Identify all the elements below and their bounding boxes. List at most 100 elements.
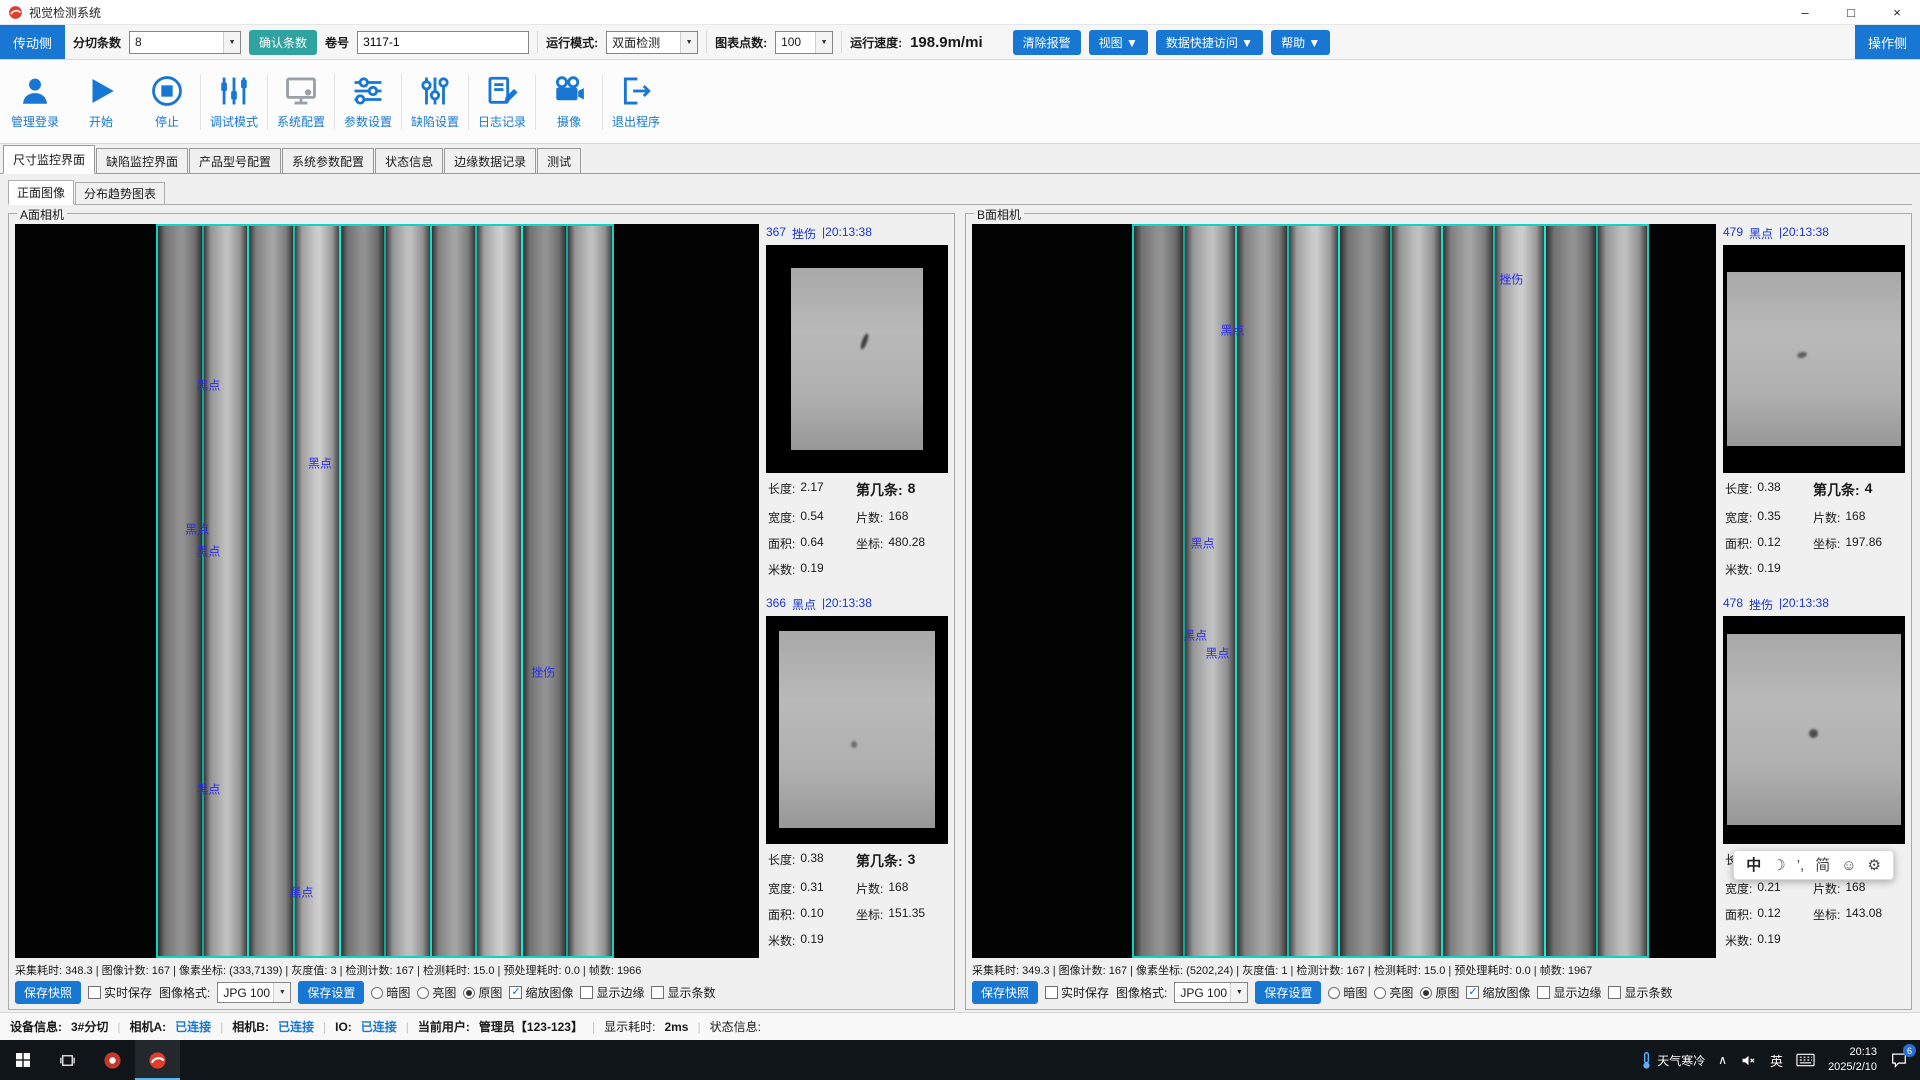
defect-card-366[interactable]: 366黑点|20:13:38 长度:0.38第几条:3宽度:0.31片数:168面…	[766, 595, 948, 959]
params-toolbar-button[interactable]: 参数设置	[335, 60, 401, 143]
touch-keyboard-icon[interactable]	[1796, 1053, 1815, 1067]
sub-tab-1[interactable]: 正面图像	[8, 180, 74, 205]
defect-overlay-label: 黑点	[289, 883, 313, 900]
camera-b-defect-list: 479黑点|20:13:38长度:0.38第几条:4宽度:0.35片数:168面…	[1723, 224, 1905, 958]
main-tab-5[interactable]: 状态信息	[375, 148, 443, 173]
task-view-button[interactable]	[45, 1040, 90, 1080]
dark-image-radio[interactable]: 暗图	[1328, 984, 1367, 1001]
weather-widget[interactable]: 天气寒冷	[1641, 1051, 1705, 1070]
camera-b-view[interactable]: 挫伤黑点黑点黑点黑点	[972, 224, 1716, 958]
realtime-save-checkbox[interactable]: 实时保存	[1045, 984, 1109, 1001]
camera-toolbar-button[interactable]: 摄像	[536, 60, 602, 143]
play-toolbar-button[interactable]: 开始	[68, 60, 134, 143]
ime-simplified-indicator[interactable]: 简	[1815, 858, 1830, 873]
show-edge-checkbox[interactable]: 显示边缘	[1537, 984, 1601, 1001]
defect-card-479[interactable]: 479黑点|20:13:38长度:0.38第几条:4宽度:0.35片数:168面…	[1723, 224, 1905, 588]
chart-points-select[interactable]: 100 ▼	[775, 31, 833, 54]
bright-image-radio[interactable]: 亮图	[417, 984, 456, 1001]
input-language-indicator[interactable]: 英	[1770, 1051, 1783, 1070]
taskbar-app-active[interactable]	[135, 1040, 180, 1080]
main-tab-4[interactable]: 系统参数配置	[282, 148, 374, 173]
image-format-select[interactable]: JPG 100▼	[1174, 982, 1248, 1003]
ime-halfmoon-icon[interactable]: ☽	[1772, 858, 1785, 873]
defect-card-478[interactable]: 478挫伤|20:13:38长度:0.57第几条:3宽度:0.21片数:168面…	[1723, 595, 1905, 959]
log-toolbar-button[interactable]: 日志记录	[469, 60, 535, 143]
user-toolbar-button[interactable]: 管理登录	[2, 60, 68, 143]
maximize-button[interactable]: □	[1828, 0, 1874, 24]
main-tab-7[interactable]: 测试	[537, 148, 581, 173]
original-image-radio[interactable]: 原图	[1420, 984, 1459, 1001]
save-snapshot-button[interactable]: 保存快照	[972, 981, 1038, 1004]
image-format-select[interactable]: JPG 100▼	[217, 982, 291, 1003]
defect-card-header: 366黑点|20:13:38	[766, 595, 948, 616]
operate-side-button[interactable]: 操作侧	[1855, 25, 1920, 59]
strip-region	[156, 224, 614, 958]
camera-b-panel: B面相机 挫伤黑点黑点黑点黑点 479黑点|20:13:38长度:0.38第几条…	[965, 213, 1912, 1010]
stop-toolbar-button[interactable]: 停止	[134, 60, 200, 143]
save-snapshot-button[interactable]: 保存快照	[15, 981, 81, 1004]
material-strip	[568, 226, 612, 956]
main-tab-3[interactable]: 产品型号配置	[189, 148, 281, 173]
stop-icon	[150, 74, 184, 108]
clear-alarm-button[interactable]: 清除报警	[1013, 30, 1081, 55]
sub-tab-2[interactable]: 分布趋势图表	[75, 182, 165, 204]
ime-lang-indicator[interactable]: 中	[1746, 858, 1761, 873]
confirm-count-button[interactable]: 确认条数	[249, 30, 317, 55]
main-tab-2[interactable]: 缺陷监控界面	[96, 148, 188, 173]
show-edge-checkbox[interactable]: 显示边缘	[580, 984, 644, 1001]
vision-app-icon	[148, 1051, 167, 1070]
radio-selected-icon	[463, 987, 475, 999]
camera-a-defect-list: 367挫伤|20:13:38长度:2.17第几条:8宽度:0.54片数:168面…	[766, 224, 948, 958]
camera-b-conn-label: 相机B:	[232, 1018, 269, 1035]
main-tab-6[interactable]: 边缘数据记录	[444, 148, 536, 173]
defect-toolbar-button[interactable]: 缺陷设置	[402, 60, 468, 143]
chevron-down-icon: ▼	[680, 32, 697, 53]
ime-toolbar[interactable]: 中 ☽ ’, 简 ☺ ⚙	[1733, 850, 1894, 880]
main-tab-1[interactable]: 尺寸监控界面	[3, 145, 95, 174]
ime-punctuation-icon[interactable]: ’,	[1797, 858, 1805, 873]
original-image-radio[interactable]: 原图	[463, 984, 502, 1001]
save-settings-button[interactable]: 保存设置	[298, 981, 364, 1004]
zoom-image-checkbox[interactable]: ✓缩放图像	[1466, 984, 1530, 1001]
volume-muted-icon[interactable]	[1740, 1052, 1757, 1069]
ime-emoji-icon[interactable]: ☺	[1841, 858, 1856, 873]
camera-icon	[552, 74, 586, 108]
bright-image-radio[interactable]: 亮图	[1374, 984, 1413, 1001]
material-strip	[523, 226, 569, 956]
run-mode-select[interactable]: 双面检测 ▼	[606, 31, 698, 54]
toolbar-separator	[706, 31, 707, 53]
checkbox-icon	[88, 986, 101, 999]
start-button[interactable]	[0, 1040, 45, 1080]
drive-side-button[interactable]: 传动侧	[0, 25, 65, 59]
defect-stats: 长度:0.38第几条:3宽度:0.31片数:168面积:0.10坐标:151.3…	[766, 844, 948, 949]
stat-宽度: 宽度:0.54	[768, 509, 856, 526]
help-menu-button[interactable]: 帮助 ▼	[1271, 30, 1330, 55]
show-count-checkbox[interactable]: 显示条数	[651, 984, 715, 1001]
slit-count-select[interactable]: 8 ▼	[129, 31, 241, 54]
notification-center-button[interactable]: 6	[1890, 1051, 1908, 1069]
debug-toolbar-button[interactable]: 调试模式	[201, 60, 267, 143]
minimize-button[interactable]: –	[1782, 0, 1828, 24]
system-toolbar-button[interactable]: 系统配置	[268, 60, 334, 143]
defect-card-367[interactable]: 367挫伤|20:13:38长度:2.17第几条:8宽度:0.54片数:168面…	[766, 224, 948, 588]
clock[interactable]: 20:13 2025/2/10	[1828, 1045, 1877, 1075]
stat-坐标: 坐标:151.35	[856, 906, 946, 923]
show-count-checkbox[interactable]: 显示条数	[1608, 984, 1672, 1001]
close-button[interactable]: ×	[1874, 0, 1920, 24]
realtime-save-checkbox[interactable]: 实时保存	[88, 984, 152, 1001]
dark-image-radio[interactable]: 暗图	[371, 984, 410, 1001]
taskbar-app-1[interactable]	[90, 1040, 135, 1080]
data-quick-access-button[interactable]: 数据快捷访问 ▼	[1156, 30, 1263, 55]
roll-number-input[interactable]	[357, 31, 529, 54]
defect-id: 366	[766, 596, 786, 613]
view-menu-button[interactable]: 视图 ▼	[1089, 30, 1148, 55]
camera-a-view[interactable]: 黑点黑点黑点黑点挫伤黑点黑点	[15, 224, 759, 958]
ime-settings-icon[interactable]: ⚙	[1868, 858, 1881, 873]
hidden-icons-chevron[interactable]: ∧	[1718, 1053, 1727, 1067]
defect-icon	[418, 74, 452, 108]
workspace: 正面图像分布趋势图表 A面相机 黑点黑点黑点黑点挫伤黑点黑点 367挫伤|20:…	[0, 174, 1920, 1012]
save-settings-button[interactable]: 保存设置	[1255, 981, 1321, 1004]
zoom-image-checkbox[interactable]: ✓缩放图像	[509, 984, 573, 1001]
defect-photo	[1723, 245, 1905, 473]
exit-toolbar-button[interactable]: 退出程序	[603, 60, 669, 143]
